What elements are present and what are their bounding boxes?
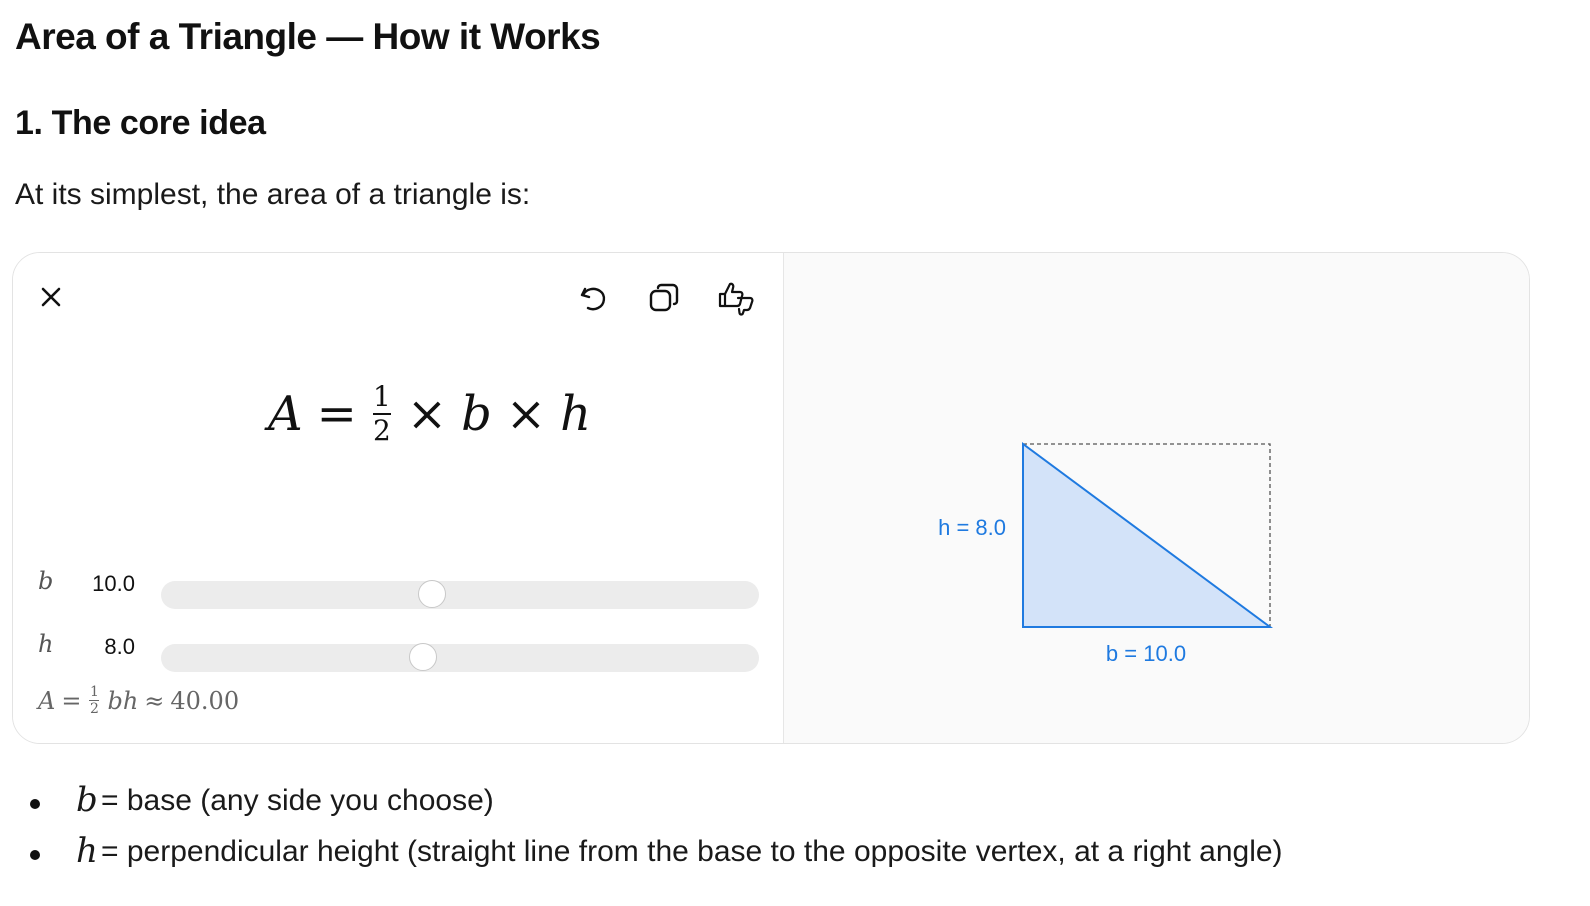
formula-base-symbol: b bbox=[461, 386, 492, 442]
feedback-button[interactable] bbox=[715, 277, 757, 319]
formula-times: × bbox=[406, 386, 448, 442]
undo-button[interactable] bbox=[575, 279, 613, 317]
base-label: b = 10.0 bbox=[1106, 641, 1186, 666]
copy-icon bbox=[649, 283, 679, 312]
section-heading: 1. The core idea bbox=[15, 104, 266, 142]
copy-button[interactable] bbox=[645, 279, 683, 317]
height-label: h = 8.0 bbox=[938, 515, 1006, 540]
height-slider-value: 8.0 bbox=[104, 634, 135, 659]
formula-equals: = bbox=[316, 386, 357, 442]
formula-height-symbol: h bbox=[560, 386, 591, 442]
triangle-area-widget: A = 1 2 × b × h b 10.0 h 8.0 A = 1 2 bh … bbox=[12, 252, 1530, 744]
height-slider-label: h bbox=[38, 630, 54, 658]
fraction-denominator: 2 bbox=[372, 414, 391, 447]
intro-text: At its simplest, the area of a triangle … bbox=[15, 178, 531, 211]
definition-symbol: b bbox=[76, 780, 98, 820]
bullet-dot bbox=[30, 799, 40, 809]
height-slider-thumb[interactable] bbox=[408, 643, 437, 671]
undo-icon bbox=[580, 287, 606, 311]
fraction-numerator: 1 bbox=[372, 380, 391, 413]
triangle-shape bbox=[1022, 442, 1274, 628]
definition-text: = base (any side you choose) bbox=[101, 784, 494, 817]
result-value: 40.00 bbox=[170, 686, 240, 715]
result-vars: bh bbox=[107, 686, 139, 715]
result-area-symbol: A bbox=[38, 686, 56, 715]
definition-text: = perpendicular height (straight line fr… bbox=[101, 835, 1283, 868]
triangle-diagram-panel: h = 8.0 b = 10.0 bbox=[784, 253, 1529, 743]
formula-times: × bbox=[505, 386, 547, 442]
base-slider-thumb[interactable] bbox=[417, 580, 446, 608]
fraction-numerator: 1 bbox=[89, 684, 99, 700]
definition-symbol: h bbox=[76, 831, 98, 871]
area-formula: A = 1 2 × b × h bbox=[268, 383, 591, 445]
page-title: Area of a Triangle — How it Works bbox=[15, 16, 601, 57]
height-slider-track[interactable] bbox=[161, 643, 759, 672]
fraction-denominator: 2 bbox=[89, 701, 99, 717]
bullet-dot bbox=[30, 850, 40, 860]
formula-area-symbol: A bbox=[268, 386, 303, 442]
base-slider-track[interactable] bbox=[161, 580, 759, 609]
close-button[interactable] bbox=[33, 277, 69, 317]
base-slider-label: b bbox=[38, 567, 54, 595]
triangle-diagram: h = 8.0 b = 10.0 bbox=[938, 442, 1274, 666]
result-half-fraction: 1 2 bbox=[89, 684, 100, 717]
formula-half-fraction: 1 2 bbox=[372, 380, 391, 447]
result-approx: ≈ bbox=[144, 686, 165, 715]
controls-panel: A = 1 2 × b × h b 10.0 h 8.0 A = 1 2 bh … bbox=[13, 253, 784, 743]
area-result: A = 1 2 bh ≈ 40.00 bbox=[38, 685, 239, 716]
base-slider-row: b 10.0 bbox=[13, 567, 783, 609]
result-equals: = bbox=[61, 686, 82, 715]
close-icon bbox=[41, 287, 61, 307]
thumbs-up-down-icon bbox=[718, 282, 754, 316]
base-slider-value: 10.0 bbox=[92, 571, 135, 596]
height-slider-row: h 8.0 bbox=[13, 630, 783, 672]
